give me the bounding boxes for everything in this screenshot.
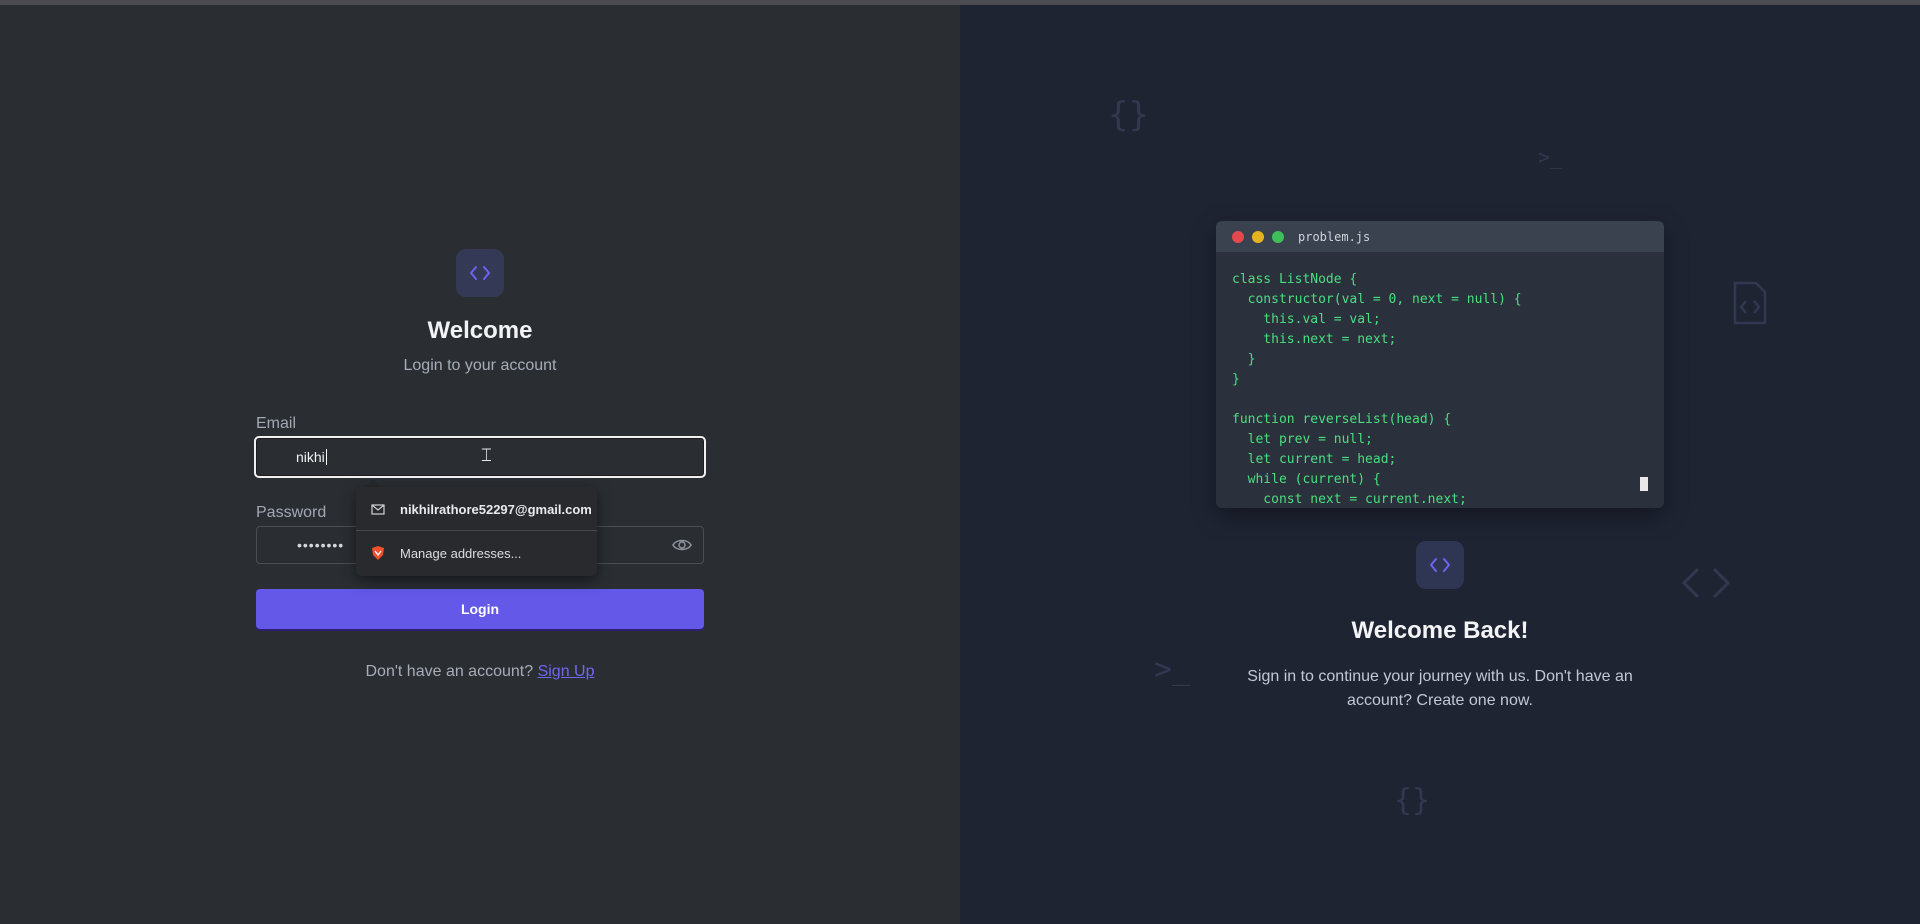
- manage-addresses-label: Manage addresses...: [400, 545, 522, 561]
- shield-icon: [372, 546, 384, 560]
- text-caret: [325, 449, 327, 465]
- autofill-suggestion-label: nikhilrathore52297@gmail.com: [400, 501, 592, 517]
- curly-braces-icon: {}: [1394, 783, 1431, 818]
- signup-prompt: Don't have an account? Sign Up: [280, 663, 680, 681]
- autofill-divider: [356, 530, 597, 531]
- code-file-icon: [1732, 281, 1768, 329]
- welcome-back-title: Welcome Back!: [1351, 617, 1529, 644]
- manage-addresses-item[interactable]: Manage addresses...: [356, 533, 597, 573]
- close-dot-icon: [1232, 230, 1244, 243]
- password-value: ••••••••: [297, 537, 345, 553]
- code-window: problem.js class ListNode { constructor(…: [1216, 221, 1664, 508]
- code-snippet: class ListNode { constructor(val = 0, ne…: [1232, 272, 1522, 507]
- autofill-suggestion[interactable]: nikhilrathore52297@gmail.com: [356, 489, 597, 529]
- mail-icon: [371, 504, 385, 515]
- welcome-back-subtitle: Sign in to continue your journey with us…: [1247, 668, 1633, 709]
- curly-braces-icon: {}: [1108, 95, 1149, 135]
- code-brackets-icon: [1416, 541, 1464, 589]
- login-button[interactable]: Login: [256, 589, 704, 629]
- code-brackets-icon: [456, 249, 504, 297]
- code-window-titlebar: problem.js: [1216, 221, 1664, 252]
- signup-prompt-text: Don't have an account?: [365, 663, 534, 680]
- terminal-prompt-icon: >_: [1154, 652, 1191, 687]
- email-value: nikhi: [296, 449, 325, 465]
- code-brackets-deco-icon: [1680, 565, 1732, 605]
- autofill-dropdown: nikhilrathore52297@gmail.com Manage addr…: [356, 487, 597, 576]
- signup-link[interactable]: Sign Up: [538, 663, 595, 680]
- code-cursor: [1640, 477, 1648, 491]
- terminal-prompt-icon: >_: [1538, 145, 1563, 169]
- eye-icon[interactable]: [672, 536, 692, 554]
- code-filename: problem.js: [1298, 229, 1371, 244]
- page-subtitle: Login to your account: [403, 357, 557, 374]
- password-label: Password: [256, 504, 327, 521]
- autofill-pointer: [365, 479, 381, 487]
- welcome-panel: {} >_ >_ {} problem.js class ListNode { …: [960, 5, 1920, 924]
- page-title: Welcome: [427, 317, 533, 344]
- minimize-dot-icon: [1252, 230, 1264, 243]
- email-label: Email: [256, 415, 297, 432]
- text-cursor-icon: ⌶: [481, 445, 492, 466]
- login-panel: Welcome Login to your account Email nikh…: [0, 5, 960, 924]
- maximize-dot-icon: [1272, 230, 1284, 243]
- email-field[interactable]: nikhi: [254, 436, 706, 478]
